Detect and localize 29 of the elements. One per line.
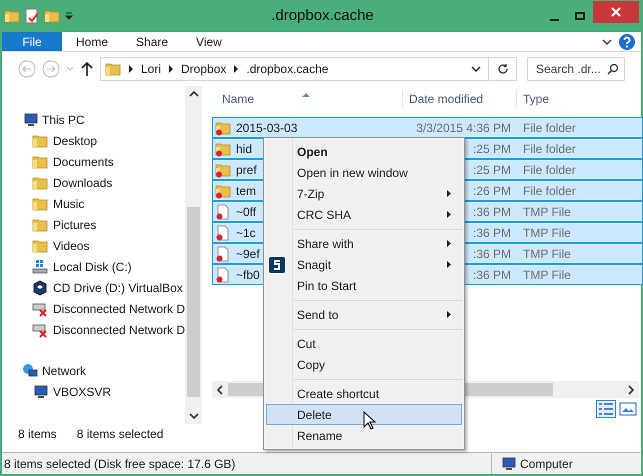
file-name: ~fb0 bbox=[236, 266, 260, 284]
file-name: ~1c bbox=[236, 224, 256, 242]
file-date: 3/3/2015 4:36 PM bbox=[416, 120, 511, 136]
file-name: 2015-03-03 bbox=[236, 120, 298, 136]
file-type: TMP File bbox=[522, 224, 571, 242]
file-date: :36 PM bbox=[472, 266, 511, 284]
file-date: :36 PM bbox=[472, 246, 511, 262]
file-name: ~9ef bbox=[236, 246, 260, 262]
file-name: pref bbox=[236, 162, 257, 178]
file-type: TMP File bbox=[522, 266, 571, 284]
file-type: TMP File bbox=[522, 246, 571, 262]
file-date: :36 PM bbox=[472, 204, 511, 220]
file-date: :36 PM bbox=[472, 224, 511, 242]
file-type: File folder bbox=[522, 140, 576, 158]
file-date: :25 PM bbox=[472, 140, 511, 158]
status-text: 8 items selected bbox=[76, 426, 164, 443]
file-name: ~0ff bbox=[236, 204, 256, 220]
status-text: Computer bbox=[520, 456, 573, 472]
file-name: tem bbox=[236, 182, 256, 200]
file-type: TMP File bbox=[522, 204, 571, 220]
file-name: hid bbox=[236, 140, 252, 158]
file-date: :26 PM bbox=[472, 182, 511, 200]
status-text: 8 items bbox=[18, 426, 57, 443]
window-title: .dropbox.cache bbox=[270, 6, 375, 26]
status-text: 8 items selected (Disk free space: 17.6 GB) bbox=[3, 456, 236, 472]
file-type: File folder bbox=[522, 120, 576, 136]
file-type: File folder bbox=[522, 182, 576, 200]
file-type: File folder bbox=[522, 162, 576, 178]
file-date: :25 PM bbox=[472, 162, 511, 178]
